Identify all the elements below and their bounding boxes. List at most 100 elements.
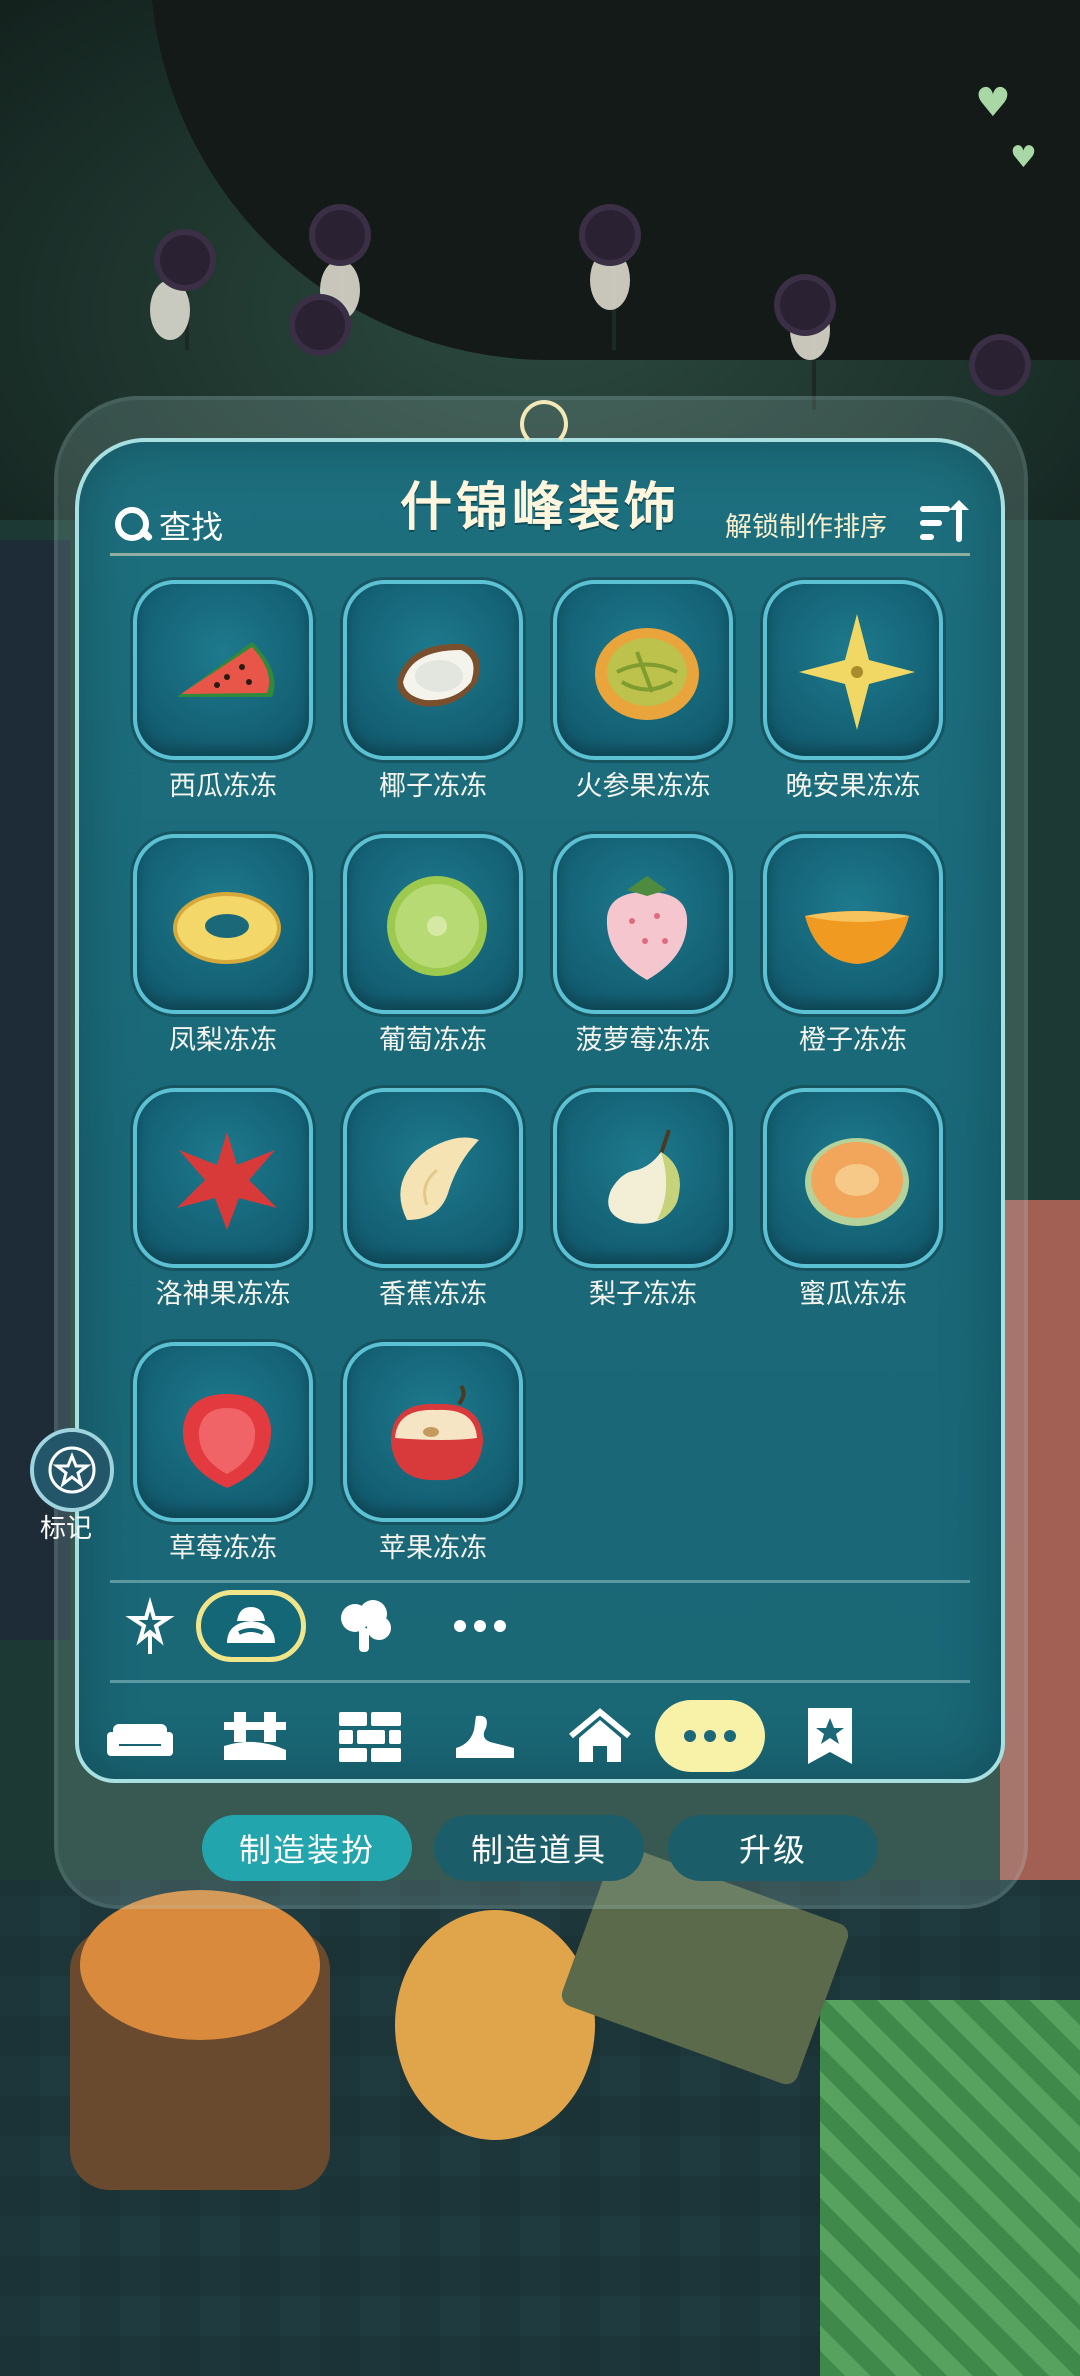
flower-bed (70, 1890, 330, 2190)
jelly-icon (227, 1607, 275, 1643)
item-label: 晚安果冻冻 (785, 771, 921, 802)
divider (110, 1580, 970, 1583)
panel-crest-ornament (520, 400, 568, 448)
mushroom-icon (341, 1600, 391, 1652)
item-label: 苹果冻冻 (379, 1533, 487, 1564)
orange-tree (395, 1910, 595, 2140)
item-tile (133, 580, 313, 760)
item-tile (553, 1088, 733, 1268)
category-button[interactable] (780, 1700, 880, 1772)
item-label: 橙子冻冻 (799, 1025, 907, 1056)
item-card[interactable]: 梨子冻冻 (553, 1088, 733, 1318)
item-tile (343, 1342, 523, 1522)
subcategory-button[interactable] (315, 1590, 415, 1662)
category-button[interactable] (90, 1700, 190, 1772)
item-label: 蜜瓜冻冻 (799, 1279, 907, 1310)
item-tile (133, 1088, 313, 1268)
item-label: 菠萝莓冻冻 (575, 1025, 711, 1056)
item-tile (763, 834, 943, 1014)
lotus-lamp (315, 210, 365, 260)
item-card[interactable]: 椰子冻冻 (343, 580, 523, 810)
subcategory-button-selected[interactable] (196, 1590, 306, 1662)
more-icon (684, 1730, 736, 1742)
tab-upgrade[interactable]: 升级 (668, 1815, 878, 1881)
lotus-lamp (160, 235, 210, 285)
star-circle-icon (48, 1446, 96, 1494)
coconut-icon (397, 643, 480, 707)
item-tile (763, 580, 943, 760)
item-label: 草莓冻冻 (169, 1533, 277, 1564)
item-card[interactable]: 蜜瓜冻冻 (763, 1088, 943, 1318)
item-label: 凤梨冻冻 (169, 1025, 277, 1056)
item-card[interactable]: 香蕉冻冻 (343, 1088, 523, 1318)
subcategory-button[interactable] (100, 1590, 200, 1662)
kiwano-icon (595, 628, 699, 720)
pineapple-ring-icon (173, 892, 281, 964)
divider (110, 1680, 970, 1683)
item-card[interactable]: 橙子冻冻 (763, 834, 943, 1064)
item-label: 洛神果冻冻 (155, 1279, 291, 1310)
heart-decoration-icon: ♥ (1010, 140, 1037, 175)
category-button[interactable] (550, 1700, 650, 1772)
item-card[interactable]: 凤梨冻冻 (133, 834, 313, 1064)
tab-craft-items[interactable]: 制造道具 (434, 1815, 644, 1881)
item-card[interactable]: 西瓜冻冻 (133, 580, 313, 810)
shoe-icon (456, 1715, 514, 1758)
item-tile (553, 834, 733, 1014)
star-badge-icon (808, 1708, 852, 1764)
house-icon (569, 1708, 631, 1762)
item-card[interactable]: 火参果冻冻 (553, 580, 733, 810)
item-label: 葡萄冻冻 (379, 1025, 487, 1056)
strawberry-icon (182, 1394, 272, 1488)
item-card[interactable]: 苹果冻冻 (343, 1342, 523, 1572)
subcategory-bar (100, 1590, 980, 1670)
category-button[interactable] (205, 1700, 305, 1772)
pear-icon (608, 1129, 680, 1224)
lotus-lamp (585, 210, 635, 260)
marker-button[interactable] (30, 1428, 114, 1512)
more-icon (454, 1620, 506, 1632)
sofa-icon (107, 1724, 173, 1756)
item-tile (133, 834, 313, 1014)
item-card[interactable]: 葡萄冻冻 (343, 834, 523, 1064)
category-button-selected[interactable] (655, 1700, 765, 1772)
marker-label: 标记 (40, 1514, 93, 1544)
subcategory-button[interactable] (430, 1590, 530, 1662)
lotus-lamp (295, 300, 345, 350)
item-tile (553, 580, 733, 760)
header-divider (110, 553, 970, 556)
melon-icon (805, 1138, 909, 1226)
category-button[interactable] (320, 1700, 420, 1772)
item-card[interactable]: 晚安果冻冻 (763, 580, 943, 810)
sort-icon[interactable] (920, 500, 969, 546)
category-bar (90, 1700, 970, 1780)
orange-slice-icon (805, 911, 909, 964)
item-label: 火参果冻冻 (575, 771, 711, 802)
pineberry-icon (606, 876, 688, 980)
banana-icon (400, 1137, 479, 1220)
lotus-lamp (780, 280, 830, 330)
lotus-petal (150, 280, 190, 340)
item-label: 梨子冻冻 (589, 1279, 697, 1310)
lotus-lamp (975, 340, 1025, 390)
item-card[interactable]: 草莓冻冻 (133, 1342, 313, 1572)
item-label: 椰子冻冻 (379, 771, 487, 802)
watermelon-icon (177, 642, 275, 697)
item-label: 西瓜冻冻 (169, 771, 277, 802)
apple-icon (391, 1384, 483, 1481)
item-tile (343, 834, 523, 1014)
roselle-icon (177, 1132, 277, 1230)
sort-option-label[interactable]: 解锁制作排序 (725, 505, 887, 544)
item-tile (343, 580, 523, 760)
search-icon (113, 505, 153, 545)
item-card[interactable]: 洛神果冻冻 (133, 1088, 313, 1318)
tab-craft-outfit[interactable]: 制造装扮 (202, 1815, 412, 1881)
brick-wall-icon (339, 1712, 401, 1762)
search-button[interactable]: 查找 (113, 500, 223, 550)
item-card[interactable]: 菠萝莓冻冻 (553, 834, 733, 1064)
search-label: 查找 (159, 508, 224, 546)
grass-patch (820, 2000, 1080, 2376)
bench-icon (224, 1712, 286, 1760)
category-button[interactable] (435, 1700, 535, 1772)
item-label: 香蕉冻冻 (379, 1279, 487, 1310)
